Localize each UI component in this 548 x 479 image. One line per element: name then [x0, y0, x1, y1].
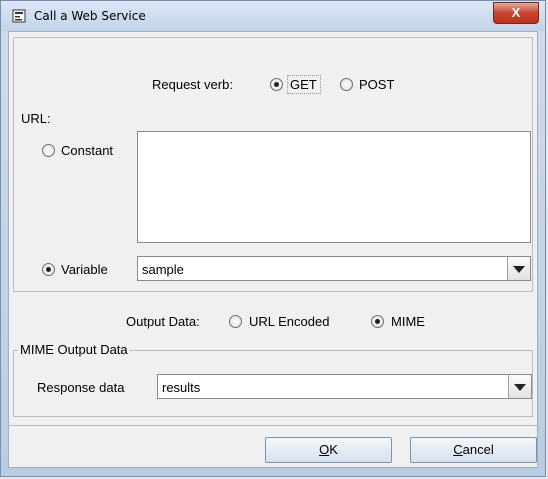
response-data-label: Response data: [37, 380, 125, 395]
variable-radio[interactable]: [42, 263, 55, 276]
ok-button[interactable]: OK: [265, 437, 392, 463]
mime-output-group: MIME Output Data Response data results: [13, 342, 533, 417]
chevron-down-icon[interactable]: [508, 375, 531, 398]
url-encoded-label[interactable]: URL Encoded: [249, 314, 329, 329]
response-data-select[interactable]: results: [157, 374, 532, 399]
cancel-label-rest: ancel: [462, 442, 494, 457]
ok-label-rest: K: [329, 442, 338, 457]
mime-label[interactable]: MIME: [391, 314, 425, 329]
url-section-label: URL:: [21, 111, 51, 126]
post-radio[interactable]: [340, 78, 353, 91]
output-data-label: Output Data:: [126, 314, 200, 329]
response-data-value: results: [162, 380, 201, 395]
window-title: Call a Web Service: [34, 9, 146, 23]
constant-url-textarea[interactable]: [137, 131, 531, 243]
close-icon: X: [511, 5, 521, 20]
variable-label[interactable]: Variable: [61, 262, 108, 277]
chevron-down-icon[interactable]: [507, 257, 530, 280]
button-separator: [9, 425, 537, 426]
url-encoded-radio[interactable]: [229, 315, 242, 328]
dialog-window: Call a Web Service X Request verb: GET P…: [0, 0, 546, 477]
title-bar[interactable]: Call a Web Service X: [1, 1, 545, 31]
mime-group-title: MIME Output Data: [18, 342, 130, 357]
close-button[interactable]: X: [493, 2, 539, 24]
get-radio[interactable]: [270, 78, 283, 91]
cancel-button[interactable]: Cancel: [410, 437, 537, 463]
request-verb-label: Request verb:: [152, 77, 233, 92]
get-label[interactable]: GET: [290, 77, 317, 92]
constant-radio[interactable]: [42, 144, 55, 157]
dialog-client-area: Request verb: GET POST URL: Constant Var…: [8, 31, 538, 468]
mime-radio[interactable]: [371, 315, 384, 328]
variable-select-value: sample: [142, 262, 184, 277]
post-label[interactable]: POST: [359, 77, 394, 92]
url-panel: Request verb: GET POST URL: Constant Var…: [13, 37, 533, 292]
web-service-icon: [12, 9, 26, 23]
constant-label[interactable]: Constant: [61, 143, 113, 158]
variable-select[interactable]: sample: [137, 256, 531, 281]
ok-mnemonic: O: [319, 442, 330, 457]
cancel-mnemonic: C: [453, 442, 463, 457]
